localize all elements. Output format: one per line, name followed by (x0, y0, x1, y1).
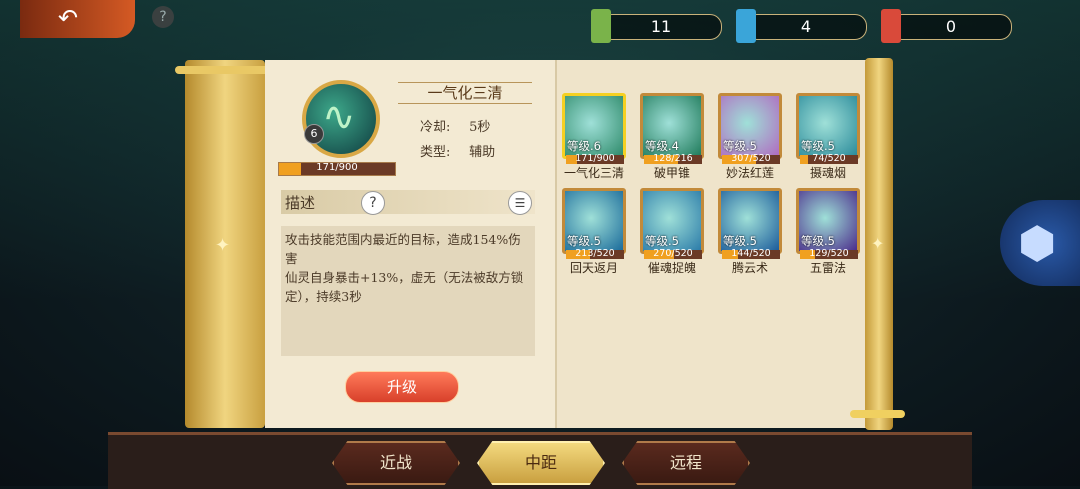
cooldown-row: 冷却: 5秒 (420, 116, 490, 135)
description-list-icon[interactable]: ☰ (508, 191, 532, 215)
skill-icon: 等级.4 (640, 93, 704, 159)
skill-medal-icon: ∿ (302, 80, 380, 158)
resource-red-scroll: 0 (881, 9, 1012, 43)
skill-icon: 等级.5 (796, 188, 860, 254)
skill-card-level: 等级.5 (723, 234, 757, 248)
skill-card-progress-text: 171/900 (575, 153, 615, 164)
type-row: 类型: 辅助 (420, 141, 495, 160)
resource-value: 0 (945, 17, 957, 36)
skill-card-name: 腾云术 (731, 261, 768, 275)
skill-card[interactable]: 等级.6 171/900 一气化三清 (562, 93, 626, 181)
diamond-ornament-icon: ✦ (871, 234, 885, 253)
help-icon[interactable]: ? (152, 6, 174, 28)
skill-card-progress-bar: 307/520 (722, 153, 780, 164)
skill-card[interactable]: 等级.5 213/520 回天返月 (562, 188, 626, 276)
upgrade-button[interactable]: 升级 (345, 371, 459, 403)
skill-icon: 等级.5 (796, 93, 860, 159)
skill-card-progress-text: 270/520 (653, 248, 693, 259)
skill-card-level: 等级.4 (645, 139, 679, 153)
description-text: 攻击技能范围内最近的目标，造成154%伤害 仙灵自身暴击+13%，虚无（无法被敌方… (285, 230, 531, 306)
description-line: 仙灵自身暴击+13%，虚无（无法被敌方锁定），持续3秒 (285, 270, 524, 304)
cooldown-value: 5秒 (469, 120, 491, 135)
skill-card-progress-bar: 128/216 (644, 153, 702, 164)
skill-icon: 等级.5 (718, 188, 782, 254)
type-label: 类型: (420, 145, 451, 160)
skill-card[interactable]: 等级.4 128/216 破甲锥 (640, 93, 704, 181)
description-line: 攻击技能范围内最近的目标，造成154%伤害 (285, 232, 521, 266)
skill-card-progress-text: 144/520 (731, 248, 771, 259)
type-value: 辅助 (469, 145, 496, 160)
skill-name: 一气化三清 (398, 82, 532, 104)
back-button[interactable]: ↶ (20, 0, 135, 38)
skill-card-progress-bar: 270/520 (644, 248, 702, 259)
scroll-rod (175, 66, 270, 74)
skill-card-level: 等级.5 (801, 139, 835, 153)
skill-card-name: 回天返月 (569, 261, 618, 275)
cube-icon: ⬢ (1018, 218, 1057, 269)
skill-card-name: 一气化三清 (563, 166, 624, 180)
skill-card-name: 催魂捉魄 (647, 261, 696, 275)
skill-card-progress-bar: 144/520 (722, 248, 780, 259)
skill-card[interactable]: 等级.5 270/520 催魂捉魄 (640, 188, 704, 276)
back-arrow-icon: ↶ (58, 4, 79, 32)
diamond-ornament-icon: ✦ (215, 235, 231, 256)
cooldown-label: 冷却: (420, 120, 451, 135)
skill-card-name: 妙法红莲 (725, 166, 774, 180)
skill-card-progress-bar: 171/900 (566, 153, 624, 164)
description-title: 描述 (285, 194, 316, 212)
skill-icon: 等级.5 (718, 93, 782, 159)
scroll-left-ornament: ✦ (185, 60, 265, 428)
skill-card-level: 等级.6 (567, 139, 601, 153)
cube-button[interactable]: ⬢ (1000, 200, 1080, 286)
skill-card-progress-text: 213/520 (575, 248, 615, 259)
skill-card-name: 破甲锥 (653, 166, 690, 180)
resource-blue-scroll: 4 (736, 9, 867, 43)
resource-value: 4 (800, 17, 812, 36)
skill-card-progress-bar: 213/520 (566, 248, 624, 259)
skill-card-level: 等级.5 (801, 234, 835, 248)
scroll-rod (850, 410, 905, 418)
tab-mid-range[interactable]: 中距 (477, 441, 605, 485)
skill-card-progress-bar: 74/520 (800, 153, 858, 164)
skill-level-badge: 6 (304, 124, 324, 144)
description-header: 描述 ? ☰ (281, 190, 535, 215)
skill-card-progress-text: 129/520 (809, 248, 849, 259)
resource-green-scroll: 11 (591, 9, 722, 43)
skill-icon: 等级.5 (562, 188, 626, 254)
skill-xp-text: 171/900 (316, 162, 358, 173)
resource-value: 11 (650, 17, 672, 36)
skill-card[interactable]: 等级.5 307/520 妙法红莲 (718, 93, 782, 181)
skill-card-progress-bar: 129/520 (800, 248, 858, 259)
skill-card-progress-text: 128/216 (653, 153, 693, 164)
skill-icon: 等级.5 (640, 188, 704, 254)
tab-ranged[interactable]: 远程 (622, 441, 750, 485)
skill-card-level: 等级.5 (645, 234, 679, 248)
skill-card-progress-text: 74/520 (812, 153, 846, 164)
description-box: 攻击技能范围内最近的目标，造成154%伤害 仙灵自身暴击+13%，虚无（无法被敌方… (281, 226, 535, 356)
skill-card-name: 摄魂烟 (809, 166, 846, 180)
scroll-right-ornament: ✦ (865, 58, 893, 430)
skill-card-name: 五雷法 (809, 261, 846, 275)
skill-card-level: 等级.5 (567, 234, 601, 248)
skill-card-level: 等级.5 (723, 139, 757, 153)
skill-card-progress-text: 307/520 (731, 153, 771, 164)
skill-card[interactable]: 等级.5 74/520 摄魂烟 (796, 93, 860, 181)
swirl-icon: ∿ (322, 94, 356, 140)
tab-melee[interactable]: 近战 (332, 441, 460, 485)
skill-card[interactable]: 等级.5 129/520 五雷法 (796, 188, 860, 276)
skill-icon: 等级.6 (562, 93, 626, 159)
skill-card[interactable]: 等级.5 144/520 腾云术 (718, 188, 782, 276)
description-help-icon[interactable]: ? (361, 191, 385, 215)
skill-xp-bar: 171/900 (278, 162, 396, 176)
